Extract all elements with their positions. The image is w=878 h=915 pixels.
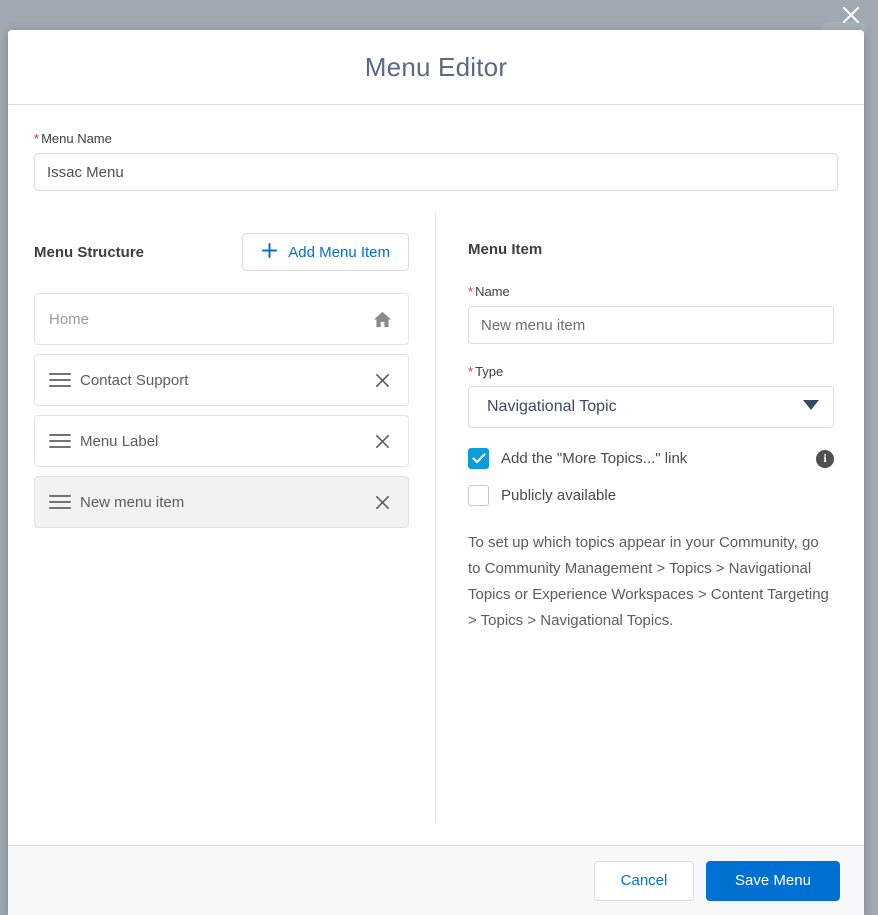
publicly-available-checkbox-row: Publicly available [468, 485, 834, 506]
item-type-label: * Type [468, 364, 834, 379]
menu-structure-title: Menu Structure [34, 243, 145, 261]
add-menu-item-button[interactable]: Add Menu Item [242, 233, 409, 271]
menu-list-item-label: Menu Label [80, 432, 159, 450]
remove-menu-item-button[interactable] [370, 368, 394, 392]
more-topics-label: Add the "More Topics..." link [501, 450, 688, 467]
menu-list-item-contact-support[interactable]: Contact Support [34, 354, 409, 406]
page-title: Menu Editor [364, 51, 508, 82]
menu-list-item-label: Contact Support [80, 371, 189, 389]
item-type-selected-value: Navigational Topic [487, 398, 617, 415]
remove-menu-item-button[interactable] [370, 429, 394, 453]
item-type-label-text: Type [475, 364, 504, 379]
required-asterisk: * [468, 284, 474, 299]
item-type-select[interactable]: Navigational Topic [468, 386, 834, 428]
add-menu-item-label: Add Menu Item [288, 243, 390, 261]
remove-menu-item-button[interactable] [370, 490, 394, 514]
menu-structure-panel: Menu Structure Add Menu Item Home Contac… [8, 213, 436, 823]
item-name-label: * Name [468, 284, 834, 299]
save-menu-button[interactable]: Save Menu [706, 860, 840, 901]
help-text: To set up which topics appear in your Co… [468, 534, 829, 629]
menu-items-list: Home Contact Support Menu Label New menu… [34, 293, 409, 528]
info-icon[interactable]: i [816, 449, 834, 468]
menu-name-input[interactable] [34, 153, 838, 191]
menu-name-field-group: * Menu Name [8, 105, 864, 191]
publicly-available-checkbox[interactable] [468, 485, 489, 506]
menu-item-detail-panel: Menu Item *Name *Type Navigational Topic [436, 213, 864, 823]
item-name-label-text: Name [475, 284, 510, 299]
close-modal-button[interactable] [834, 0, 868, 30]
drag-handle-icon[interactable] [49, 495, 71, 509]
home-icon [370, 307, 394, 331]
menu-list-item-label: Home [49, 310, 90, 328]
item-type-field-group: * Type Navigational Topic [468, 364, 834, 428]
menu-list-item-new-menu-item[interactable]: New menu item [34, 476, 409, 528]
item-name-field-group: * Name [468, 284, 834, 344]
editor-columns: Menu Structure Add Menu Item Home Contac… [8, 213, 864, 823]
drag-handle-icon[interactable] [49, 373, 71, 387]
cancel-button[interactable]: Cancel [594, 860, 694, 901]
menu-list-item-home[interactable]: Home [34, 293, 409, 345]
modal-footer: Cancel Save Menu [8, 845, 864, 915]
modal-body: *Menu Name Menu Structure Add Menu Item [8, 105, 864, 845]
more-topics-checkbox-row: Add the "More Topics..." link i [468, 448, 834, 469]
close-icon [841, 5, 861, 25]
menu-item-panel-title: Menu Item [468, 241, 543, 258]
more-topics-checkbox[interactable] [468, 448, 489, 469]
required-asterisk: * [34, 131, 40, 146]
item-type-select-wrapper: Navigational Topic [468, 386, 834, 428]
menu-structure-header: Menu Structure Add Menu Item [34, 233, 409, 271]
menu-name-label-text: Menu Name [41, 131, 112, 146]
plus-icon [261, 242, 278, 263]
drag-handle-icon[interactable] [49, 434, 71, 448]
menu-name-label: * Menu Name [34, 131, 838, 146]
publicly-available-label: Publicly available [501, 487, 617, 504]
modal-header: Menu Editor [8, 30, 864, 105]
item-name-input[interactable] [468, 306, 834, 344]
menu-editor-modal: Menu Editor *Menu Name Menu Structure [8, 30, 864, 915]
menu-list-item-label: New menu item [80, 493, 185, 511]
required-asterisk: * [468, 364, 474, 379]
menu-list-item-menu-label[interactable]: Menu Label [34, 415, 409, 467]
